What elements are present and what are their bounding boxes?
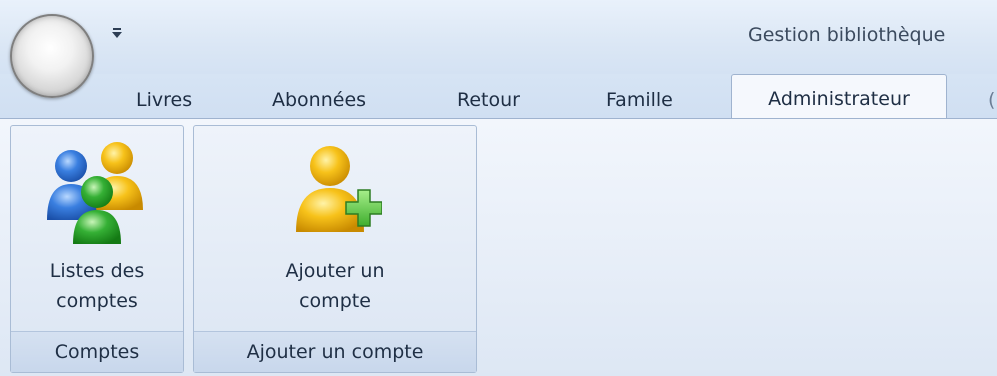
tab-retour[interactable]: Retour — [457, 82, 520, 118]
list-accounts-label-line1: Listes des — [49, 260, 145, 282]
ribbon-group-ajouter-un-compte: Ajouter un compte Ajouter un compte — [193, 125, 477, 373]
list-accounts-button[interactable]: Listes des comptes — [11, 126, 183, 331]
title-bar: Gestion bibliothèque — [0, 0, 997, 74]
tab-famille[interactable]: Famille — [606, 82, 673, 118]
group-label-comptes: Comptes — [11, 331, 183, 372]
tab-partial[interactable]: ( — [988, 82, 995, 118]
tab-livres[interactable]: Livres — [136, 82, 192, 118]
users-group-icon — [47, 142, 143, 244]
window-title: Gestion bibliothèque — [748, 24, 946, 46]
list-accounts-label: Listes des comptes — [11, 256, 183, 316]
application-window: Gestion bibliothèque Livres Abonnées Ret… — [0, 0, 997, 376]
ribbon-tab-bar: Livres Abonnées Retour Famille Administr… — [0, 74, 997, 122]
tab-abonnees[interactable]: Abonnées — [272, 82, 366, 118]
quick-access-dropdown-icon[interactable] — [110, 24, 124, 42]
add-user-icon — [296, 146, 382, 232]
application-menu-button[interactable] — [10, 14, 94, 98]
group-label-ajouter-un-compte: Ajouter un compte — [194, 331, 476, 372]
add-account-label-line2: compte — [299, 290, 371, 312]
list-accounts-label-line2: comptes — [56, 290, 138, 312]
ribbon-group-comptes: Listes des comptes Comptes — [10, 125, 184, 373]
add-account-button[interactable]: Ajouter un compte — [194, 126, 476, 331]
add-account-label-line1: Ajouter un — [285, 260, 385, 282]
add-account-label: Ajouter un compte — [194, 256, 476, 316]
tab-administrateur[interactable]: Administrateur — [731, 74, 947, 122]
ribbon-panel: Listes des comptes Comptes Ajouter un co… — [0, 118, 997, 376]
